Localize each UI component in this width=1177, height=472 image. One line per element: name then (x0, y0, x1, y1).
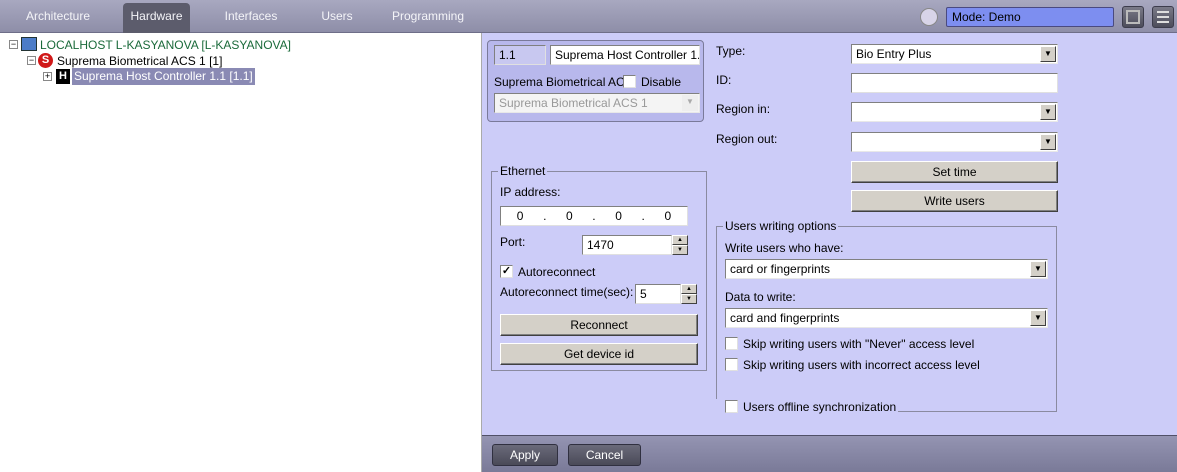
set-time-button[interactable]: Set time (851, 161, 1058, 183)
reconnect-button[interactable]: Reconnect (500, 314, 698, 336)
port-field[interactable]: 1470 (582, 235, 672, 255)
ethernet-legend: Ethernet (498, 164, 548, 178)
time-spinner[interactable]: ▲ ▼ (681, 284, 697, 304)
tab-programming[interactable]: Programming (388, 3, 468, 33)
host-controller-icon: H (56, 69, 70, 84)
top-nav-bar: Architecture Hardware Interfaces Users P… (0, 0, 1177, 33)
tab-users[interactable]: Users (313, 3, 361, 33)
layout-grid-icon[interactable] (1122, 6, 1144, 28)
tab-architecture[interactable]: Architecture (14, 3, 102, 33)
write-users-who-value: card or fingerprints (730, 262, 831, 276)
tree-node-acs[interactable]: Suprema Biometrical ACS 1 [1] (57, 53, 222, 69)
mode-indicator[interactable]: Mode: Demo (946, 7, 1114, 27)
region-out-label: Region out: (716, 132, 778, 146)
tab-interfaces[interactable]: Interfaces (218, 3, 284, 33)
users-options-legend: Users writing options (723, 219, 839, 233)
id-label: ID: (716, 73, 732, 87)
parent-select-value: Suprema Biometrical ACS 1 (499, 96, 648, 110)
ip-octet: 0 (566, 209, 573, 223)
data-to-write-label: Data to write: (725, 290, 796, 304)
parent-select: Suprema Biometrical ACS 1 ▼ (494, 93, 700, 113)
autoreconnect-time-field[interactable]: 5 (635, 284, 681, 304)
settings-hex-icon[interactable] (920, 8, 938, 26)
hardware-tree: − LOCALHOST L-KASYANOVA [L-KASYANOVA] − … (0, 33, 482, 472)
type-value: Bio Entry Plus (856, 47, 932, 61)
object-name-field[interactable]: Suprema Host Controller 1.1 (550, 45, 700, 65)
tree-node-localhost[interactable]: LOCALHOST L-KASYANOVA [L-KASYANOVA] (40, 37, 291, 53)
type-label: Type: (716, 44, 746, 58)
autoreconnect-time-label: Autoreconnect time(sec): (500, 285, 634, 299)
apply-button[interactable]: Apply (492, 444, 558, 466)
chevron-down-icon: ▼ (1040, 104, 1056, 120)
chevron-down-icon: ▼ (1040, 46, 1056, 62)
write-users-who-select[interactable]: card or fingerprints ▼ (725, 259, 1048, 279)
write-users-who-label: Write users who have: (725, 241, 844, 255)
ip-octet: 0 (664, 209, 672, 223)
data-to-write-select[interactable]: card and fingerprints ▼ (725, 308, 1048, 328)
id-field[interactable] (851, 73, 1058, 93)
skip-never-label: Skip writing users with "Never" access l… (743, 337, 975, 351)
region-out-select[interactable]: ▼ (851, 132, 1058, 152)
disable-checkbox[interactable] (623, 75, 636, 88)
settings-panel: 1.1 Suprema Host Controller 1.1 Suprema … (482, 33, 1177, 435)
data-to-write-value: card and fingerprints (730, 311, 840, 325)
offline-sync-checkbox[interactable] (725, 400, 738, 413)
offline-sync-row: Users offline synchronization (716, 399, 898, 415)
region-in-select[interactable]: ▼ (851, 102, 1058, 122)
suprema-acs-icon: S (38, 53, 53, 68)
offline-sync-label: Users offline synchronization (743, 400, 897, 414)
region-in-label: Region in: (716, 102, 771, 116)
disable-label: Disable (641, 75, 682, 89)
computer-icon (21, 37, 37, 51)
cancel-button[interactable]: Cancel (568, 444, 641, 466)
collapse-icon[interactable]: − (27, 56, 36, 65)
parent-label: Suprema Biometrical ACS (494, 75, 633, 89)
tab-hardware[interactable]: Hardware (123, 3, 190, 33)
chevron-down-icon: ▼ (1030, 310, 1046, 326)
menu-icon[interactable] (1152, 6, 1174, 28)
port-label: Port: (500, 235, 526, 249)
ip-octet: 0 (516, 209, 524, 223)
ethernet-group: Ethernet IP address: 0.0.0.0 Port: 1470 … (491, 165, 707, 371)
object-header: 1.1 Suprema Host Controller 1.1 Suprema … (487, 40, 704, 122)
autoreconnect-checkbox[interactable]: ✓ (500, 265, 513, 278)
chevron-down-icon: ▼ (682, 95, 698, 111)
ip-octet: 0 (615, 209, 622, 223)
autoreconnect-label: Autoreconnect (518, 265, 596, 279)
write-users-button[interactable]: Write users (851, 190, 1058, 212)
users-writing-options-group: Users writing options Write users who ha… (716, 220, 1057, 415)
skip-incorrect-checkbox[interactable] (725, 358, 738, 371)
ip-label: IP address: (500, 185, 561, 199)
port-spinner[interactable]: ▲ ▼ (672, 235, 688, 255)
chevron-down-icon: ▼ (1030, 261, 1046, 277)
chevron-down-icon: ▼ (1040, 134, 1056, 150)
ip-address-field[interactable]: 0.0.0.0 (500, 206, 688, 226)
get-device-id-button[interactable]: Get device id (500, 343, 698, 365)
collapse-icon[interactable]: − (9, 40, 18, 49)
tree-node-controller[interactable]: Suprema Host Controller 1.1 [1.1] (72, 68, 255, 85)
skip-incorrect-label: Skip writing users with incorrect access… (743, 358, 980, 372)
dialog-footer: Apply Cancel (482, 435, 1177, 472)
skip-never-checkbox[interactable] (725, 337, 738, 350)
object-id-field[interactable]: 1.1 (494, 45, 546, 65)
expand-icon[interactable]: + (43, 72, 52, 81)
type-select[interactable]: Bio Entry Plus ▼ (851, 44, 1058, 64)
